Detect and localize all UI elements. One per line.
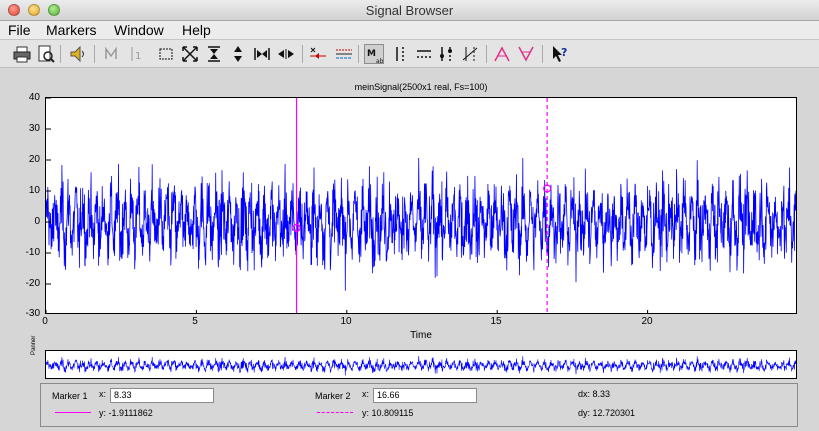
- dy-readout: dy: 12.720301: [578, 408, 636, 418]
- marker1-y-readout: y: -1.9111862: [99, 408, 153, 418]
- slope-markers-icon[interactable]: [460, 44, 480, 64]
- x-axis-label: Time: [410, 330, 432, 341]
- print-icon[interactable]: [12, 44, 32, 64]
- whats-this-icon[interactable]: ?: [550, 44, 570, 64]
- panner[interactable]: [45, 350, 797, 379]
- svg-text:ab: ab: [376, 58, 384, 65]
- title-bar: Signal Browser: [0, 0, 819, 21]
- zoom-y-icon[interactable]: [204, 44, 224, 64]
- toolbar-separator: [542, 45, 543, 63]
- signal-line: [46, 157, 796, 291]
- menu-file[interactable]: File: [8, 22, 31, 38]
- fit-to-view-icon[interactable]: [180, 44, 200, 64]
- x-tick-label: 0: [42, 316, 48, 327]
- valleys-icon[interactable]: [516, 44, 536, 64]
- menu-bar: File Markers Window Help: [0, 21, 819, 40]
- x-tick-label: 15: [490, 316, 502, 327]
- svg-text:M: M: [367, 49, 376, 59]
- zoom-y-alt-icon[interactable]: [228, 44, 248, 64]
- print-preview-icon[interactable]: [36, 44, 56, 64]
- toolbar-separator: [60, 45, 61, 63]
- x-tick-label: 20: [641, 316, 653, 327]
- plot-title: meinSignal(2500x1 real, Fs=100): [354, 82, 488, 92]
- svg-text:?: ?: [561, 46, 567, 59]
- display-mode-icon[interactable]: [308, 44, 328, 64]
- toolbar: 1 Mab ?: [0, 40, 819, 68]
- menu-window[interactable]: Window: [114, 22, 164, 38]
- marker1-x-label: x:: [99, 389, 107, 399]
- panner-plot[interactable]: [46, 351, 797, 379]
- y-tick-label: 30: [28, 123, 40, 134]
- svg-text:1: 1: [135, 51, 141, 62]
- marker2-line-swatch: [317, 412, 353, 413]
- toolbar-separator: [94, 45, 95, 63]
- snap-to-data-icon[interactable]: [102, 44, 122, 64]
- y-tick-label: -20: [25, 278, 40, 289]
- insert-marker-icon[interactable]: 1: [126, 44, 146, 64]
- signal-plot[interactable]: [46, 98, 797, 314]
- zoom-x-out-icon[interactable]: [276, 44, 296, 64]
- panner-signal-line: [46, 356, 796, 376]
- y-tick-label: -10: [25, 247, 40, 258]
- x-tick-label: 10: [340, 316, 352, 327]
- marker1-line-swatch: [55, 412, 91, 413]
- marker-readout-panel: Marker 1 x: 8.33 y: -1.9111862 Marker 2 …: [40, 383, 798, 427]
- y-tick-label: 0: [34, 216, 40, 227]
- marker1-x-field[interactable]: 8.33: [110, 388, 214, 403]
- panner-label: Panner: [31, 335, 37, 355]
- marker2-label: Marker 2: [315, 391, 351, 401]
- zoom-box-icon[interactable]: [156, 44, 176, 64]
- marker2-y-readout: y: 10.809115: [362, 408, 414, 418]
- window-title: Signal Browser: [365, 3, 454, 18]
- play-audio-icon[interactable]: [68, 44, 88, 64]
- line-display-icon[interactable]: [334, 44, 354, 64]
- y-tick-label: 10: [28, 185, 40, 196]
- menu-markers[interactable]: Markers: [46, 22, 97, 38]
- y-tick-label: 20: [28, 154, 40, 165]
- toolbar-separator: [302, 45, 303, 63]
- track-markers-icon[interactable]: [436, 44, 456, 64]
- peaks-icon[interactable]: [492, 44, 512, 64]
- marker2-x-field[interactable]: 16.66: [373, 388, 477, 403]
- x-tick-label: 5: [192, 316, 198, 327]
- menu-help[interactable]: Help: [182, 22, 211, 38]
- marker2-x-label: x:: [362, 389, 370, 399]
- marker-readout-icon[interactable]: Mab: [364, 44, 384, 65]
- dx-readout: dx: 8.33: [578, 389, 611, 399]
- marker1-label: Marker 1: [52, 391, 88, 401]
- toolbar-separator: [486, 45, 487, 63]
- horizontal-markers-icon[interactable]: [414, 44, 434, 64]
- zoom-x-in-icon[interactable]: [252, 44, 272, 64]
- toolbar-separator: [358, 45, 359, 63]
- vertical-markers-icon[interactable]: [390, 44, 410, 64]
- y-tick-label: 40: [28, 92, 40, 103]
- signal-axes[interactable]: [45, 97, 797, 314]
